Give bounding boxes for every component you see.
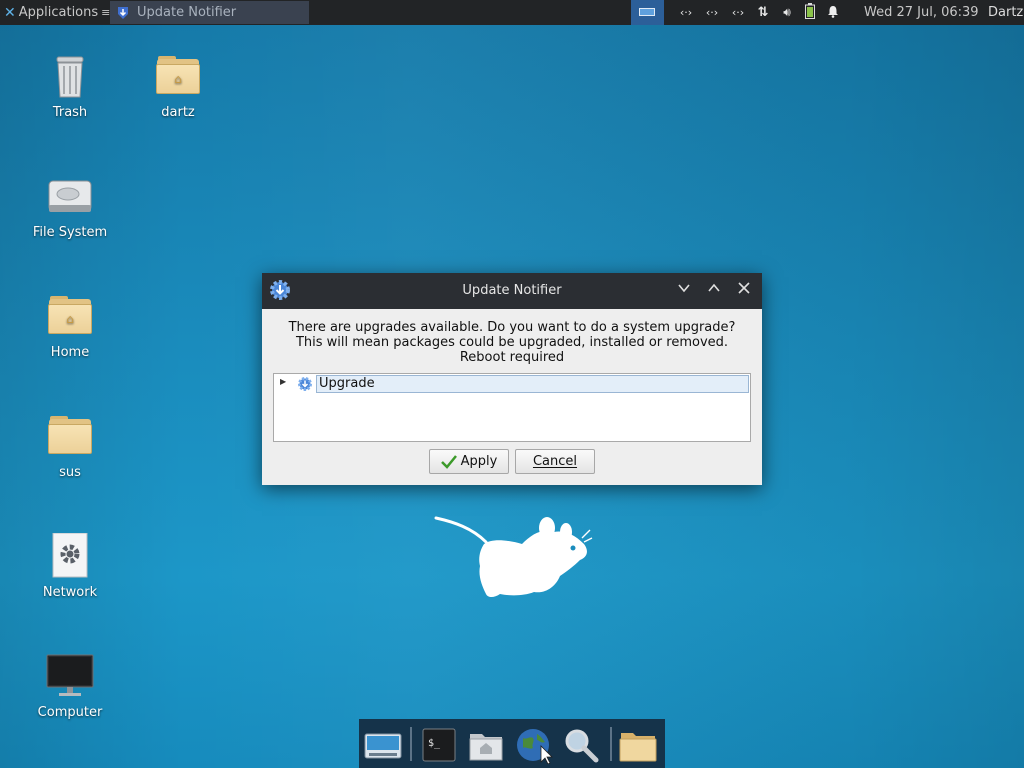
xfce-mouse-logo	[434, 516, 593, 597]
tree-row-upgrade[interactable]: ▶ Upgrade	[274, 375, 750, 393]
web-browser-icon[interactable]	[513, 726, 553, 765]
dialog-message: There are upgrades available. Do you wan…	[262, 320, 762, 365]
close-icon	[738, 282, 750, 294]
desktop-icon-home[interactable]: ⌂ Home	[28, 293, 112, 360]
home-folder-icon[interactable]	[466, 726, 506, 764]
message-line: This will mean packages could be upgrade…	[295, 335, 729, 350]
tree-row-label: Upgrade	[319, 376, 375, 391]
clock[interactable]: Wed 27 Jul, 06:39	[864, 0, 979, 25]
network-icon[interactable]: ‹·›	[702, 6, 722, 19]
svg-text:$_: $_	[428, 738, 441, 749]
chevron-up-icon	[708, 283, 720, 292]
network-icon[interactable]: ‹·›	[676, 6, 696, 19]
user-menu[interactable]: Dartz	[988, 0, 1023, 25]
chevron-down-icon	[678, 284, 690, 293]
desktop-icon-label: Home	[50, 345, 90, 360]
home-folder-icon: ⌂	[154, 53, 202, 101]
close-button[interactable]	[735, 281, 753, 299]
folder-icon	[46, 413, 94, 461]
reboot-required-label: Reboot required	[459, 350, 565, 365]
apply-button[interactable]: Apply	[429, 449, 509, 474]
minimize-button[interactable]	[675, 281, 693, 299]
cancel-label: Cancel	[532, 454, 578, 469]
workspace-1[interactable]	[639, 8, 655, 16]
desktop-icon-network[interactable]: Network	[28, 532, 112, 600]
update-notifier-dialog: Update Notifier There are upgrades avail…	[262, 273, 762, 485]
bottom-dock: $_	[359, 719, 665, 768]
desktop-icon-label: Network	[42, 585, 98, 600]
row-selection	[316, 375, 749, 393]
top-panel: ✕ Applications ≡ Update Notifier ‹·› ‹·›…	[0, 0, 1024, 25]
upgrade-tree-view[interactable]: ▶ Upgrade	[273, 373, 751, 442]
desktop-icon-dartz[interactable]: ⌂ dartz	[136, 53, 220, 120]
dialog-titlebar[interactable]: Update Notifier	[262, 273, 762, 309]
desktop-icon-label: sus	[59, 465, 81, 480]
desktop-icon-label: File System	[32, 225, 108, 240]
dock-separator	[610, 727, 612, 761]
volume-icon[interactable]: 🔊︎	[778, 5, 796, 20]
cancel-button[interactable]: Cancel	[515, 449, 595, 474]
applications-menu[interactable]: ✕ Applications ≡	[0, 0, 110, 25]
notification-bell-icon[interactable]	[824, 5, 842, 21]
upgrade-gear-icon	[298, 377, 312, 391]
checkmark-icon	[440, 454, 457, 469]
home-folder-icon: ⌂	[46, 293, 94, 341]
transfer-icon[interactable]: ⇅	[754, 5, 772, 20]
update-notifier-small-icon	[118, 6, 128, 19]
terminal-icon[interactable]: $_	[419, 726, 459, 764]
network-gear-icon	[46, 532, 94, 581]
monitor-icon	[46, 653, 94, 701]
search-icon[interactable]	[561, 726, 601, 764]
desktop-icon-label: Trash	[52, 105, 88, 120]
apply-label: Apply	[460, 454, 498, 469]
hard-drive-icon	[46, 173, 94, 221]
taskbar-item-label: Update Notifier	[137, 5, 237, 20]
dock-separator	[410, 727, 412, 761]
desktop-icon-file-system[interactable]: File System	[28, 173, 112, 240]
trash-icon	[46, 53, 94, 101]
battery-icon[interactable]	[802, 3, 818, 22]
network-icon[interactable]: ‹·›	[728, 6, 748, 19]
file-manager-icon[interactable]	[618, 726, 658, 764]
system-tray: ‹·› ‹·› ‹·› ⇅ 🔊︎	[676, 0, 842, 25]
taskbar-item-update-notifier[interactable]: Update Notifier	[110, 1, 309, 24]
expand-arrow-icon[interactable]: ▶	[280, 377, 286, 386]
xfce-logo-icon: ✕	[4, 4, 16, 21]
desktop-icon-sus[interactable]: sus	[28, 413, 112, 480]
show-desktop-icon[interactable]	[363, 726, 403, 764]
maximize-button[interactable]	[705, 281, 723, 299]
applications-menu-glyph-icon: ≡	[101, 6, 111, 19]
applications-label: Applications	[18, 5, 99, 20]
desktop-icon-computer[interactable]: Computer	[28, 653, 112, 720]
desktop-icon-label: Computer	[37, 705, 103, 720]
message-line: There are upgrades available. Do you wan…	[288, 320, 736, 335]
desktop-icon-label: dartz	[161, 105, 195, 120]
workspace-switcher[interactable]	[631, 0, 664, 25]
desktop-icon-trash[interactable]: Trash	[28, 53, 112, 120]
